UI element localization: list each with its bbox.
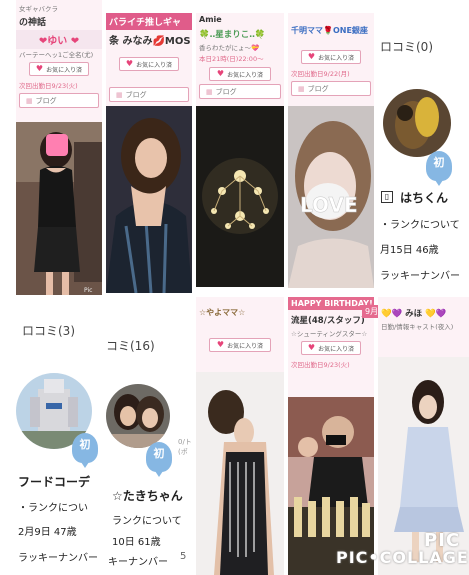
first-timer-badge: 初 bbox=[426, 151, 452, 186]
next-shift: 次回出勤日9/23(火) bbox=[291, 361, 350, 369]
cast-tagline: バーテーヘッ1ご全名(尤) bbox=[19, 51, 94, 59]
review-count[interactable]: コミ(16) bbox=[106, 337, 155, 354]
favorite-button[interactable]: ♥ お気に入り済 bbox=[28, 62, 90, 76]
cast-name: ❤ゆい ❤ bbox=[16, 30, 102, 49]
cast-tagline: 香らわたがにょ〜💝 bbox=[199, 44, 260, 52]
blog-button[interactable]: ▦ ブログ bbox=[109, 87, 189, 102]
profile-card-header: バライチ推しギャ 条 みなみ💋MOS ♥ お気に入り済 ▦ ブログ bbox=[106, 13, 192, 106]
profile-card-header: 千明ママ🌹ONE銀座 ♥ お気に入り済 次回出勤日9/22(月) ▦ ブログ bbox=[288, 13, 374, 106]
review-count[interactable]: ロコミ(3) bbox=[22, 322, 75, 339]
collage-tile-4: 千明ママ🌹ONE銀座 ♥ お気に入り済 次回出勤日9/22(月) ▦ ブログ LOV… bbox=[288, 13, 374, 288]
avatar bbox=[383, 89, 451, 157]
lucky-number: キーナンバー bbox=[108, 557, 168, 568]
cast-name: 🍀‥星まりこ‥🍀 bbox=[199, 30, 266, 40]
cast-name: ☆やよママ☆ bbox=[199, 308, 246, 317]
shop-title: の神話 bbox=[19, 18, 47, 28]
collage-tile-2: バライチ推しギャ 条 みなみ💋MOS ♥ お気に入り済 ▦ ブログ bbox=[106, 13, 192, 293]
birthday-age: 2月9日 47歳 bbox=[18, 527, 77, 538]
lucky-number: ラッキーナンバー bbox=[18, 553, 98, 564]
review-count[interactable]: ロコミ(0) bbox=[380, 38, 433, 55]
favorite-button[interactable]: ♥ お気に入り済 bbox=[118, 57, 180, 71]
cast-photo: LOVE bbox=[288, 106, 374, 288]
blog-icon: ▦ bbox=[26, 96, 33, 105]
favorite-button[interactable]: ♥ お気に入り済 bbox=[209, 338, 271, 352]
lucky-number: ラッキーナンバー bbox=[380, 271, 460, 282]
profile-card-header: ☆やよママ☆ ♥ お気に入り済 bbox=[196, 297, 284, 372]
blog-button[interactable]: ▦ ブログ bbox=[19, 93, 99, 108]
birthday-age: 10日 61歳 bbox=[112, 537, 161, 548]
heart-icon: ♥ bbox=[216, 340, 225, 349]
rank-link[interactable]: ・ランクについ bbox=[18, 499, 88, 514]
collage-tile-9: HAPPY BIRTHDAY! 流星(48/スタッフ) ☆シューティングスター☆… bbox=[288, 297, 374, 575]
favorite-button[interactable]: ♥ お気に入り済 bbox=[300, 50, 362, 64]
collage-tile-6: ロコミ(3) 初 フードコーデ ・ランクについ 2月9日 47歳 ラッキーナンバ… bbox=[16, 297, 102, 575]
cast-photo bbox=[106, 106, 192, 293]
shop-name: 女ギャバクラ bbox=[19, 5, 58, 13]
blog-button[interactable]: ▦ ブログ bbox=[199, 84, 281, 99]
nickname: フードコーデ bbox=[18, 475, 91, 489]
collage-tile-3: Amie 🍀‥星まりこ‥🍀 香らわたがにょ〜💝 本日21時(日)22:00〜 ♥… bbox=[196, 13, 284, 287]
shop-name: Amie bbox=[199, 15, 222, 24]
next-shift: 次回出勤日9/23(火) bbox=[19, 82, 78, 90]
heart-icon: ♥ bbox=[35, 64, 44, 73]
cast-photo: Pic bbox=[16, 122, 102, 295]
blog-icon: ▦ bbox=[298, 84, 305, 93]
cast-tagline: 日勤/情報キャスト(夜入) bbox=[381, 323, 454, 331]
blog-icon: ▦ bbox=[206, 87, 213, 96]
svg-text:Pic: Pic bbox=[84, 287, 92, 294]
collage-tile-8: ☆やよママ☆ ♥ お気に入り済 bbox=[196, 297, 284, 575]
avatar bbox=[106, 384, 170, 448]
profile-card-header: 💛💜 みほ 💛💜 日勤/情報キャスト(夜入) bbox=[378, 297, 469, 357]
first-timer-badge: 初 bbox=[72, 433, 98, 468]
blog-icon: ▦ bbox=[116, 90, 123, 99]
shop-name: 千明ママ🌹ONE銀座 bbox=[291, 26, 368, 35]
profile-card-header: Amie 🍀‥星まりこ‥🍀 香らわたがにょ〜💝 本日21時(日)22:00〜 ♥… bbox=[196, 13, 284, 106]
next-shift: 本日21時(日)22:00〜 bbox=[199, 55, 264, 63]
favorite-button[interactable]: ♥ お気に入り済 bbox=[209, 67, 271, 81]
chandelier-photo bbox=[196, 106, 284, 287]
collage-tile-1: 女ギャバクラ の神話 ❤ゆい ❤ バーテーヘッ1ご全名(尤) ♥ お気に入り済 次… bbox=[16, 0, 102, 295]
collage-tile-7: コミ(16) 初 0/ト (ポ ☆たきちゃん ランクについて 10日 61歳 キー… bbox=[106, 297, 192, 575]
first-timer-badge: 初 bbox=[146, 442, 172, 477]
photo-love-text: LOVE bbox=[300, 193, 358, 217]
next-shift: 次回出勤日9/22(月) bbox=[291, 70, 350, 78]
favorite-button[interactable]: ♥ お気に入り済 bbox=[300, 341, 362, 355]
heart-icon: ♥ bbox=[216, 69, 225, 78]
heart-icon: ♥ bbox=[125, 59, 134, 68]
nickname: はちくん bbox=[400, 191, 449, 205]
rank-link[interactable]: ・ランクについて bbox=[380, 216, 460, 231]
cast-photo bbox=[196, 372, 284, 575]
cast-name: 💛💜 みほ 💛💜 bbox=[381, 309, 447, 319]
contact-icon: ▯ bbox=[381, 191, 393, 203]
nickname: ☆たきちゃん bbox=[112, 489, 183, 503]
cast-tagline: ☆シューティングスター☆ bbox=[291, 330, 368, 338]
shop-name: バライチ推しギャ bbox=[106, 13, 192, 30]
rank-link[interactable]: ランクについて bbox=[112, 512, 182, 527]
collage-tile-5: ロコミ(0) 初 ▯ はちくん ・ランクについて 月15日 46歳 ラッキーナン… bbox=[378, 13, 469, 293]
profile-card-header: 女ギャバクラ の神話 ❤ゆい ❤ バーテーヘッ1ご全名(尤) ♥ お気に入り済 次… bbox=[16, 0, 102, 122]
heart-icon: ♥ bbox=[307, 52, 316, 61]
extra-info: 0/ト (ポ bbox=[178, 438, 192, 456]
blog-button[interactable]: ▦ ブログ bbox=[291, 81, 371, 96]
cast-name: 条 みなみ💋MOS bbox=[109, 36, 191, 47]
pic-collage-watermark-2: PIC bbox=[424, 530, 461, 551]
lucky-number-value: 5 bbox=[180, 551, 187, 562]
heart-icon: ♥ bbox=[307, 343, 316, 352]
birthday-age: 月15日 46歳 bbox=[380, 245, 439, 256]
